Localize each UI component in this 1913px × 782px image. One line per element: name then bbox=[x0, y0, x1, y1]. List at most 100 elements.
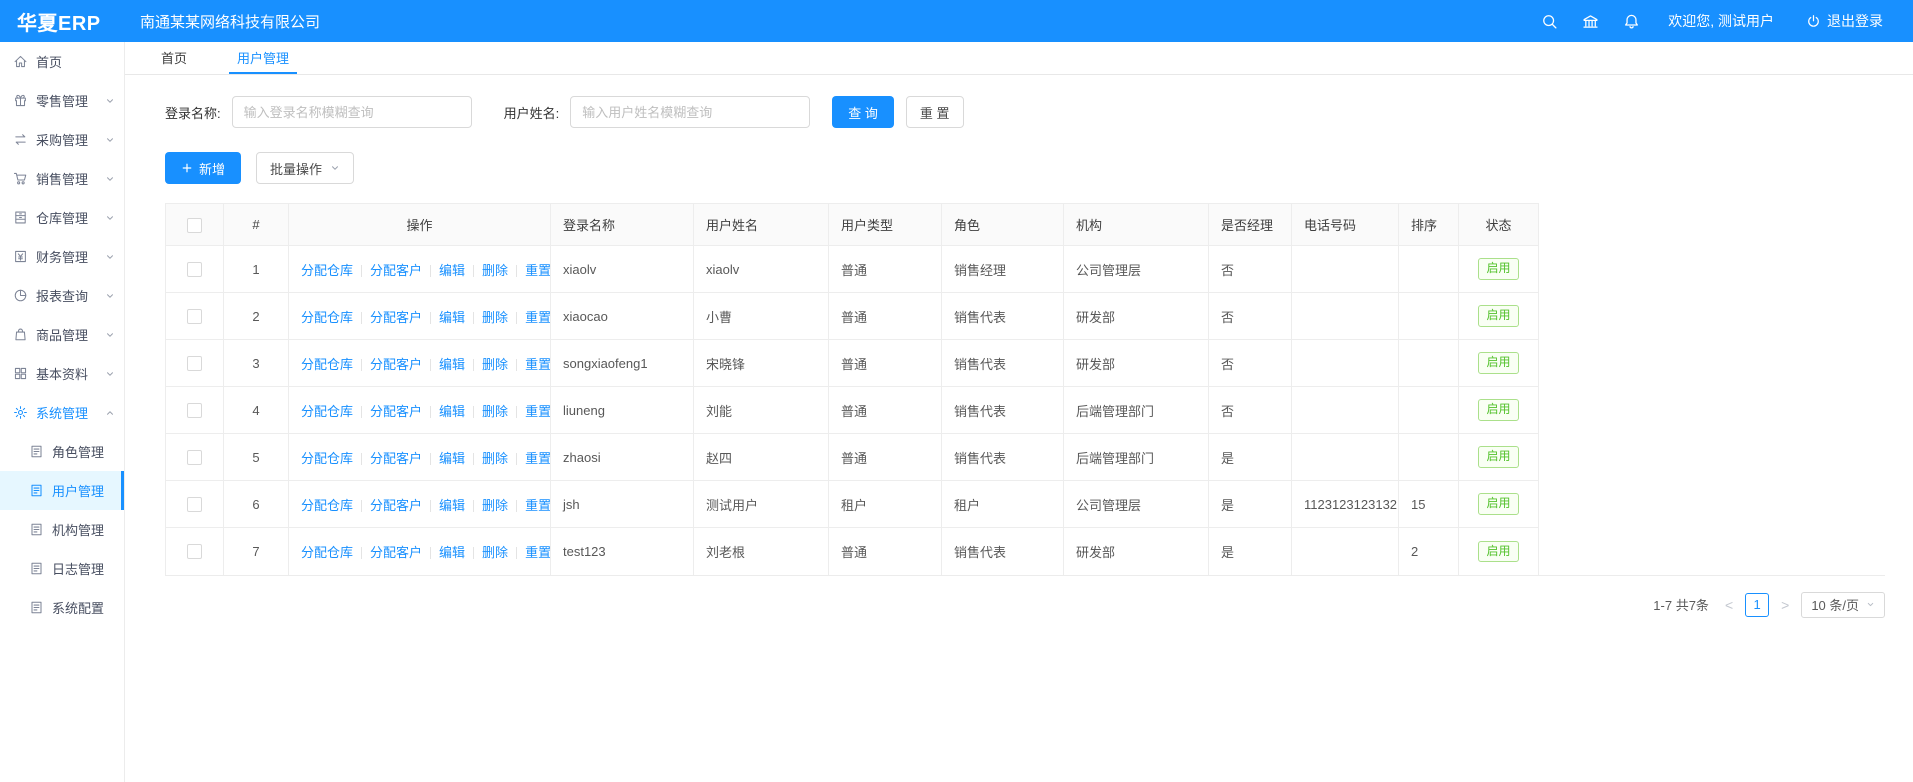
sidebar-item-log-mgmt[interactable]: 日志管理 bbox=[0, 549, 124, 588]
cell-org: 后端管理部门 bbox=[1064, 387, 1209, 434]
sidebar-item-reports[interactable]: 报表查询 bbox=[0, 276, 124, 315]
reset-password-link[interactable]: 重置密码 bbox=[525, 310, 550, 325]
delete-link[interactable]: 删除 bbox=[482, 310, 508, 325]
reset-password-link[interactable]: 重置密码 bbox=[525, 357, 550, 372]
sidebar-item-finance[interactable]: 财务管理 bbox=[0, 237, 124, 276]
reset-password-link[interactable]: 重置密码 bbox=[525, 545, 550, 560]
sidebar-item-label: 基本资料 bbox=[36, 364, 88, 383]
link-separator bbox=[430, 547, 431, 559]
cell-phone bbox=[1292, 387, 1399, 434]
search-icon[interactable] bbox=[1541, 13, 1558, 30]
row-checkbox[interactable] bbox=[187, 262, 202, 277]
assign-customer-link[interactable]: 分配客户 bbox=[370, 263, 422, 278]
assign-customer-link[interactable]: 分配客户 bbox=[370, 404, 422, 419]
delete-link[interactable]: 删除 bbox=[482, 498, 508, 513]
logout-button[interactable]: 退出登录 bbox=[1806, 11, 1883, 31]
sidebar-item-label: 系统配置 bbox=[52, 598, 104, 617]
reset-password-link[interactable]: 重置密码 bbox=[525, 404, 550, 419]
edit-link[interactable]: 编辑 bbox=[439, 451, 465, 466]
bank-icon[interactable] bbox=[1582, 13, 1599, 30]
assign-warehouse-link[interactable]: 分配仓库 bbox=[301, 357, 353, 372]
tab-home[interactable]: 首页 bbox=[153, 42, 195, 74]
edit-link[interactable]: 编辑 bbox=[439, 310, 465, 325]
row-index: 3 bbox=[224, 340, 289, 387]
assign-warehouse-link[interactable]: 分配仓库 bbox=[301, 498, 353, 513]
row-checkbox[interactable] bbox=[187, 450, 202, 465]
sidebar-item-label: 零售管理 bbox=[36, 91, 88, 110]
delete-link[interactable]: 删除 bbox=[482, 357, 508, 372]
sidebar-item-purchase[interactable]: 采购管理 bbox=[0, 120, 124, 159]
sidebar-item-sales[interactable]: 销售管理 bbox=[0, 159, 124, 198]
pagination-total: 1-7 共7条 bbox=[1653, 595, 1709, 614]
edit-link[interactable]: 编辑 bbox=[439, 404, 465, 419]
add-user-button[interactable]: 新增 bbox=[165, 152, 241, 184]
assign-customer-link[interactable]: 分配客户 bbox=[370, 545, 422, 560]
select-all-checkbox[interactable] bbox=[187, 218, 202, 233]
sidebar-item-warehouse[interactable]: 仓库管理 bbox=[0, 198, 124, 237]
sidebar-item-system-config[interactable]: 系统配置 bbox=[0, 588, 124, 627]
sidebar-item-home[interactable]: 首页 bbox=[0, 42, 124, 81]
tab-bar: 首页 用户管理 bbox=[125, 42, 1913, 75]
tab-user-mgmt[interactable]: 用户管理 bbox=[229, 42, 297, 74]
col-user-name: 用户姓名 bbox=[694, 204, 829, 246]
delete-link[interactable]: 删除 bbox=[482, 545, 508, 560]
cell-user-type: 普通 bbox=[829, 528, 942, 575]
delete-link[interactable]: 删除 bbox=[482, 451, 508, 466]
sidebar-item-retail[interactable]: 零售管理 bbox=[0, 81, 124, 120]
reset-password-link[interactable]: 重置密码 bbox=[525, 263, 550, 278]
login-name-input[interactable] bbox=[232, 96, 472, 128]
row-checkbox[interactable] bbox=[187, 403, 202, 418]
row-checkbox[interactable] bbox=[187, 309, 202, 324]
status-badge: 启用 bbox=[1478, 305, 1518, 326]
sidebar-item-basic-data[interactable]: 基本资料 bbox=[0, 354, 124, 393]
status-badge: 启用 bbox=[1478, 352, 1518, 373]
row-checkbox[interactable] bbox=[187, 356, 202, 371]
assign-warehouse-link[interactable]: 分配仓库 bbox=[301, 545, 353, 560]
reset-button[interactable]: 重 置 bbox=[906, 96, 964, 128]
edit-link[interactable]: 编辑 bbox=[439, 263, 465, 278]
reset-password-link[interactable]: 重置密码 bbox=[525, 498, 550, 513]
batch-actions-button[interactable]: 批量操作 bbox=[256, 152, 354, 184]
sidebar-item-label: 用户管理 bbox=[52, 481, 104, 500]
cell-user-type: 普通 bbox=[829, 293, 942, 340]
assign-warehouse-link[interactable]: 分配仓库 bbox=[301, 310, 353, 325]
sidebar-item-role-mgmt[interactable]: 角色管理 bbox=[0, 432, 124, 471]
sidebar-item-system[interactable]: 系统管理 bbox=[0, 393, 124, 432]
row-checkbox[interactable] bbox=[187, 544, 202, 559]
query-button[interactable]: 查 询 bbox=[832, 96, 894, 128]
edit-link[interactable]: 编辑 bbox=[439, 545, 465, 560]
assign-warehouse-link[interactable]: 分配仓库 bbox=[301, 451, 353, 466]
bell-icon[interactable] bbox=[1623, 13, 1640, 30]
assign-customer-link[interactable]: 分配客户 bbox=[370, 451, 422, 466]
current-page-button[interactable]: 1 bbox=[1745, 593, 1769, 617]
assign-customer-link[interactable]: 分配客户 bbox=[370, 498, 422, 513]
cell-role: 销售代表 bbox=[942, 387, 1064, 434]
link-separator bbox=[361, 265, 362, 277]
assign-warehouse-link[interactable]: 分配仓库 bbox=[301, 404, 353, 419]
cell-phone bbox=[1292, 293, 1399, 340]
link-separator bbox=[430, 265, 431, 277]
assign-customer-link[interactable]: 分配客户 bbox=[370, 357, 422, 372]
reset-password-link[interactable]: 重置密码 bbox=[525, 451, 550, 466]
sidebar-item-user-mgmt[interactable]: 用户管理 bbox=[0, 471, 124, 510]
page-size-select[interactable]: 10 条/页 bbox=[1801, 592, 1885, 618]
row-checkbox[interactable] bbox=[187, 497, 202, 512]
sidebar-item-goods[interactable]: 商品管理 bbox=[0, 315, 124, 354]
user-name-input[interactable] bbox=[570, 96, 810, 128]
welcome-user[interactable]: 欢迎您, 测试用户 bbox=[1668, 11, 1774, 31]
sidebar-item-org-mgmt[interactable]: 机构管理 bbox=[0, 510, 124, 549]
sidebar-item-label: 机构管理 bbox=[52, 520, 104, 539]
cell-is-manager: 否 bbox=[1209, 387, 1292, 434]
cell-user-name: 测试用户 bbox=[694, 481, 829, 528]
delete-link[interactable]: 删除 bbox=[482, 263, 508, 278]
edit-link[interactable]: 编辑 bbox=[439, 498, 465, 513]
link-separator bbox=[361, 359, 362, 371]
prev-page-button[interactable]: < bbox=[1723, 597, 1735, 613]
edit-link[interactable]: 编辑 bbox=[439, 357, 465, 372]
delete-link[interactable]: 删除 bbox=[482, 404, 508, 419]
sidebar: 首页 零售管理 采购管理 销售管理 仓库管理 财务管理 bbox=[0, 42, 125, 782]
next-page-button[interactable]: > bbox=[1779, 597, 1791, 613]
cell-phone bbox=[1292, 528, 1399, 575]
assign-warehouse-link[interactable]: 分配仓库 bbox=[301, 263, 353, 278]
assign-customer-link[interactable]: 分配客户 bbox=[370, 310, 422, 325]
